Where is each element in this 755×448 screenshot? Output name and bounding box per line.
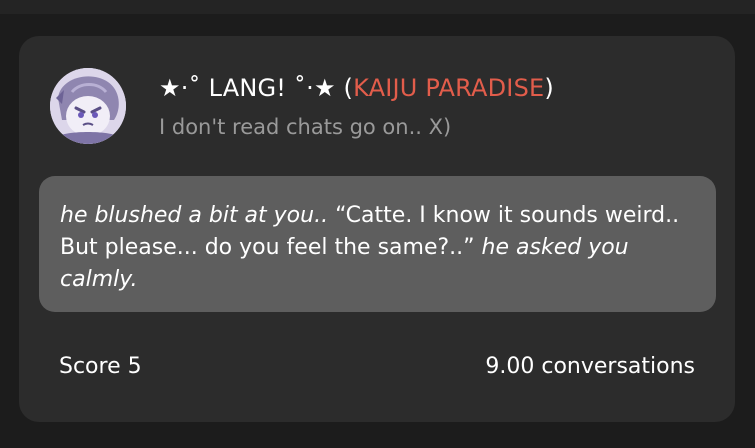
character-name[interactable]: ★·˚ LANG! ˚·★ (KAIJU PARADISE) (159, 74, 554, 102)
avatar[interactable] (50, 68, 126, 144)
greeting-message-bubble: he blushed a bit at you.. “Catte. I know… (39, 176, 716, 312)
previous-card-edge (0, 0, 755, 14)
message-action-start: he blushed a bit at you.. (60, 203, 329, 228)
character-name-suffix: ) (544, 74, 554, 102)
character-avatar-icon (50, 68, 126, 144)
score-label: Score 5 (59, 354, 142, 379)
character-card[interactable]: ★·˚ LANG! ˚·★ (KAIJU PARADISE) I don't r… (19, 36, 735, 422)
conversation-count: 9.00 conversations (485, 354, 695, 379)
character-name-main: ★·˚ LANG! ˚·★ ( (159, 74, 354, 102)
character-description: I don't read chats go on.. X) (159, 115, 452, 139)
character-tag: KAIJU PARADISE (353, 74, 545, 102)
